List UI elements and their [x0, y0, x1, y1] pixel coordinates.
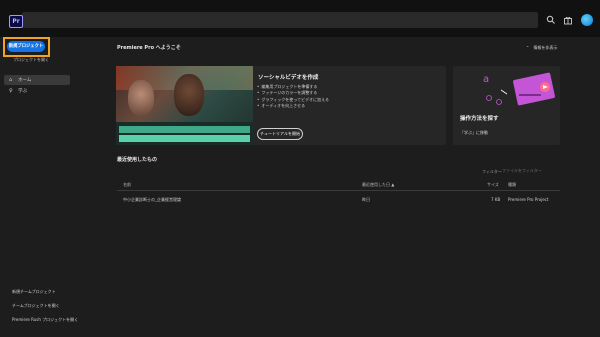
open-project-link[interactable]: プロジェクトを開く: [13, 57, 49, 63]
column-header-type[interactable]: 種類: [508, 182, 516, 188]
sidebar-item-home[interactable]: ⌂ ホーム: [4, 75, 70, 85]
column-header-name[interactable]: 名前: [123, 182, 131, 188]
premiere-pro-logo: Pr: [9, 15, 23, 28]
hide-info-toggle[interactable]: ⌃ 情報を非表示: [526, 45, 557, 51]
sidebar-item-learn[interactable]: ♀ 学ぶ: [4, 86, 70, 96]
chevron-up-icon: ⌃: [526, 45, 530, 50]
recent-section-title: 最近使用したもの: [117, 157, 158, 163]
card-bullets: 編集用プロジェクトを準備する フッテージのカラーを調整する グラフィックを使って…: [257, 84, 329, 109]
new-team-project-link[interactable]: 新規チームプロジェクト: [12, 289, 56, 295]
column-header-size[interactable]: サイズ: [487, 182, 499, 188]
filter-input[interactable]: ファイルをフィルター: [502, 166, 560, 175]
start-tutorial-button[interactable]: チュートリアルを開始: [257, 128, 303, 140]
sidebar-item-label: ホーム: [18, 78, 32, 83]
hide-info-label: 情報を非表示: [533, 45, 558, 50]
page-title: Premiere Pro へようこそ: [117, 45, 181, 51]
list-item: グラフィックを使ってビデオに加える: [257, 97, 329, 103]
open-team-project-link[interactable]: チームプロジェクトを開く: [12, 303, 60, 309]
svg-text:a: a: [483, 74, 489, 85]
row-type: Premiere Pro Project: [508, 197, 549, 202]
filter-label: フィルター: [482, 169, 502, 174]
go-to-learn-link[interactable]: 「学ぶ」に移動: [460, 130, 488, 136]
open-rush-project-link[interactable]: Premiere Rush プロジェクトを開く: [12, 317, 78, 323]
column-header-date[interactable]: 最近使用した日 ▲: [362, 182, 394, 188]
search-icon[interactable]: [546, 15, 556, 25]
row-date: 昨日: [362, 197, 370, 202]
learn-illustration: a: [483, 72, 555, 106]
header-bar: [22, 12, 538, 28]
table-row[interactable]: 中小企業診断士の_企業経営理論 昨日 7 KB Premiere Pro Pro…: [117, 197, 560, 206]
new-project-button[interactable]: 新規プロジェクト: [7, 41, 45, 52]
lightbulb-icon: ♀: [9, 88, 13, 94]
list-item: オーディオを向上させる: [257, 103, 329, 109]
row-name: 中小企業診断士の_企業経営理論: [123, 197, 181, 202]
sidebar-item-label: 学ぶ: [18, 89, 27, 94]
avatar[interactable]: [581, 14, 593, 26]
row-size: 7 KB: [491, 197, 501, 202]
tutorial-thumbnail: [116, 66, 253, 145]
divider: [117, 190, 560, 191]
table-header: 名前 最近使用した日 ▲ サイズ 種類: [117, 182, 560, 190]
learn-card-title: 操作方法を探す: [460, 116, 499, 122]
gift-icon[interactable]: [563, 15, 573, 25]
card-title: ソーシャルビデオを作成: [258, 75, 319, 81]
home-icon: ⌂: [9, 77, 13, 83]
